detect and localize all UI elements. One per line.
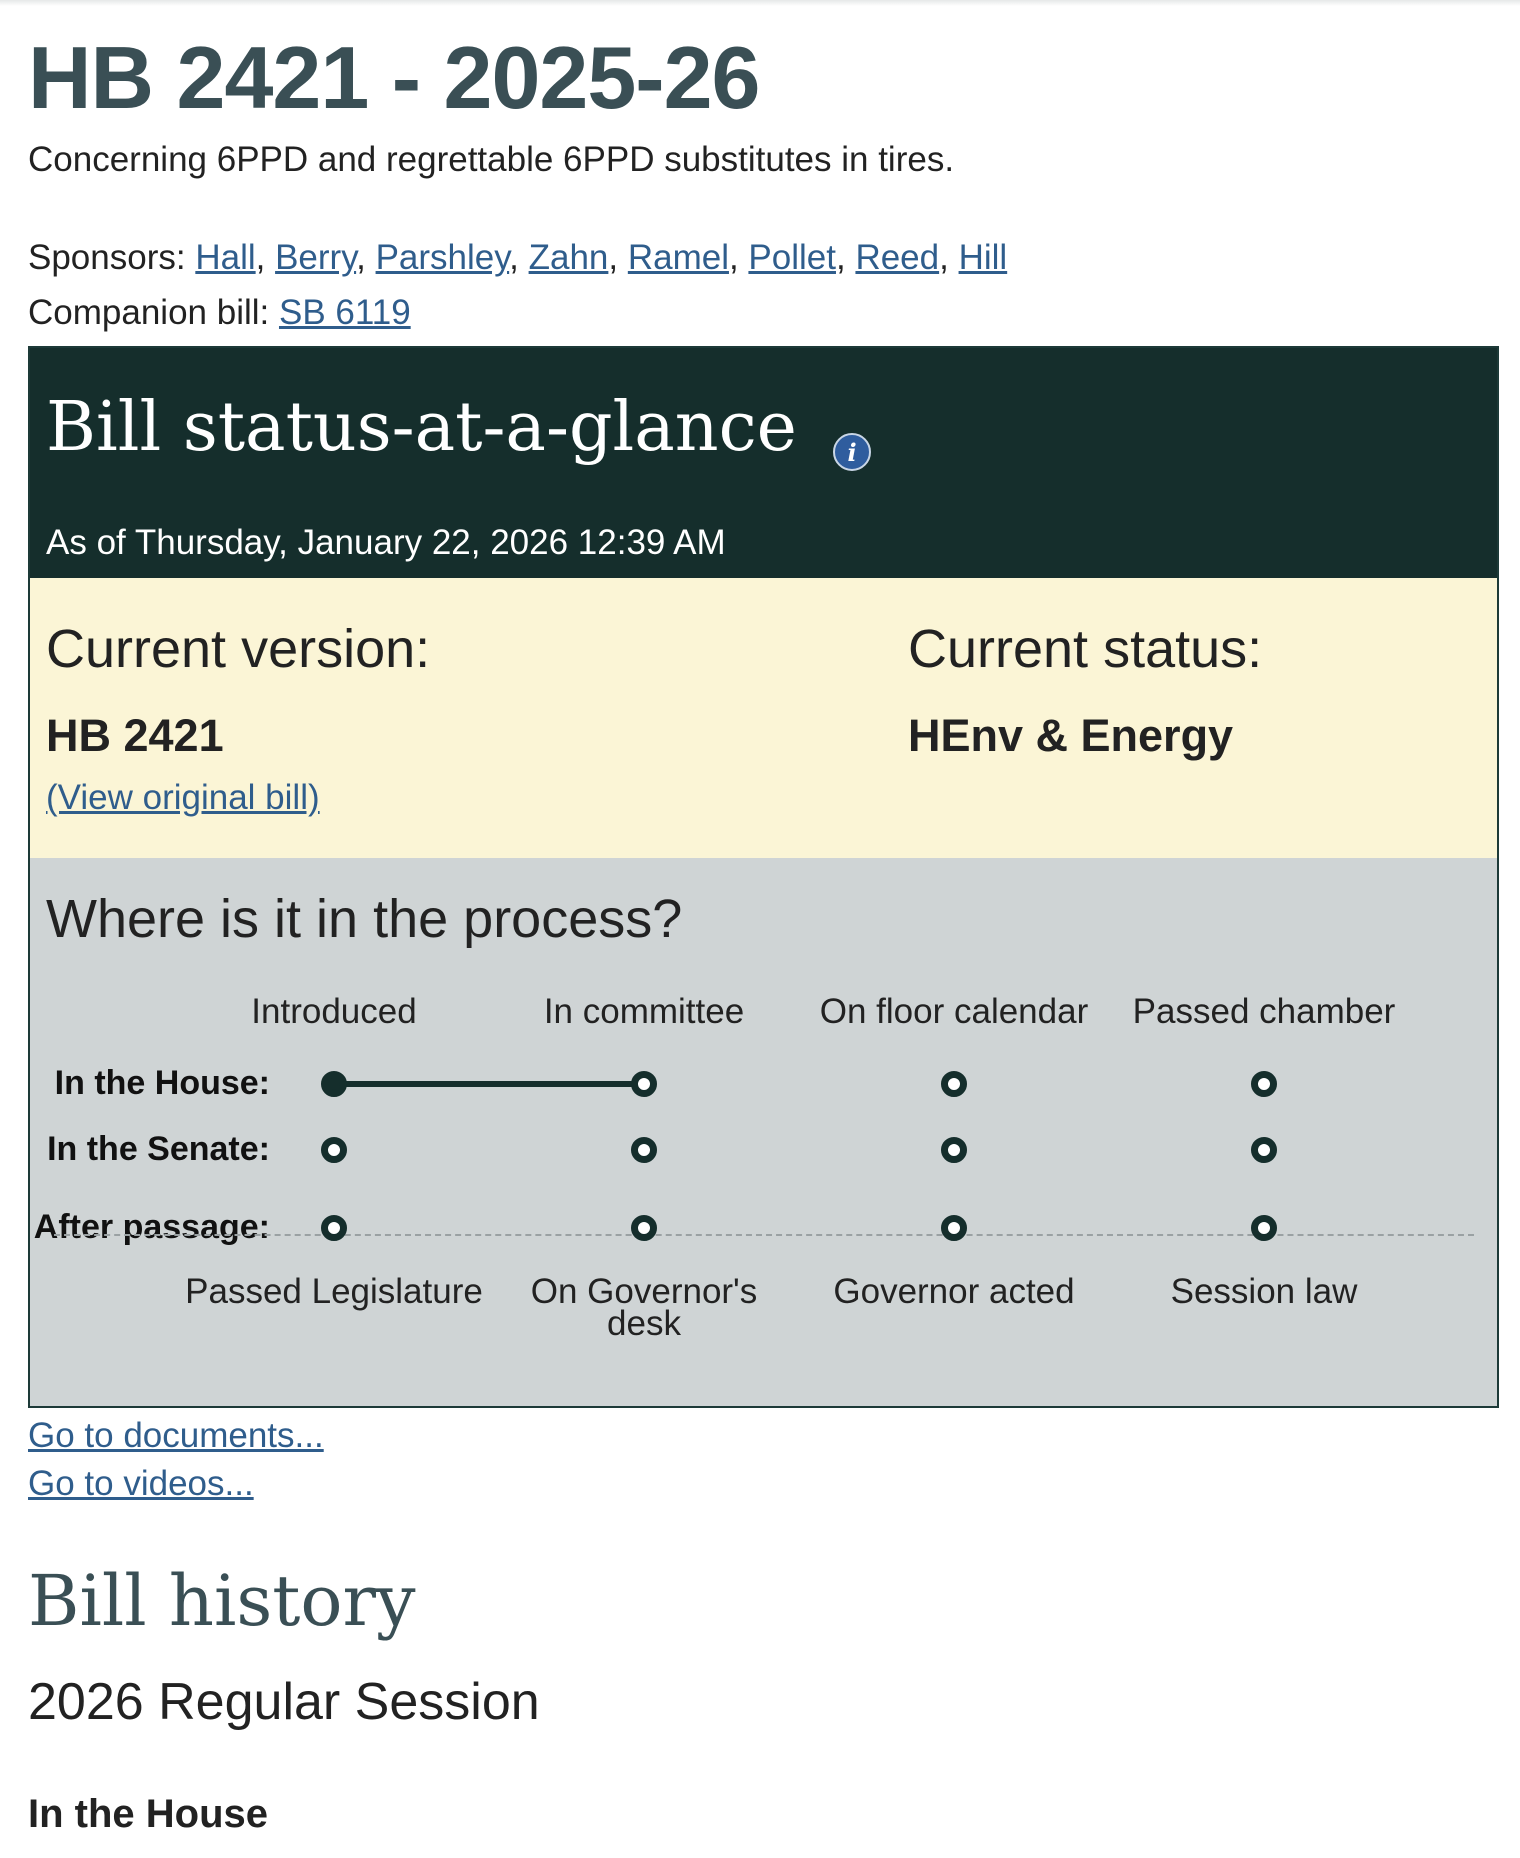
status-heading: Bill status-at-a-glance bbox=[46, 388, 797, 467]
sponsors-line: Sponsors: Hall, Berry, Parshley, Zahn, R… bbox=[28, 238, 1008, 277]
after-node-session-law bbox=[1251, 1215, 1277, 1241]
sponsor-link-hall[interactable]: Hall bbox=[195, 238, 255, 277]
stage-label-introduced: Introduced bbox=[251, 992, 417, 1031]
stage-label-passed-legislature: Passed Legislature bbox=[185, 1272, 483, 1311]
senate-node-in-committee bbox=[631, 1137, 657, 1163]
house-node-introduced bbox=[321, 1071, 347, 1097]
sponsor-link-berry[interactable]: Berry bbox=[275, 238, 356, 277]
stage-label-in-committee: In committee bbox=[543, 992, 745, 1031]
current-status-label: Current status: bbox=[908, 619, 1263, 679]
sponsor-link-pollet[interactable]: Pollet bbox=[748, 238, 836, 277]
current-version-value: HB 2421 bbox=[46, 710, 224, 761]
row-label-senate: In the Senate: bbox=[47, 1130, 270, 1168]
status-at-a-glance-panel: Bill status-at-a-glance i As of Thursday… bbox=[28, 346, 1499, 1408]
info-icon[interactable]: i bbox=[833, 433, 871, 471]
process-heading: Where is it in the process? bbox=[46, 889, 683, 949]
bill-description: Concerning 6PPD and regrettable 6PPD sub… bbox=[28, 140, 955, 179]
senate-node-introduced bbox=[321, 1137, 347, 1163]
chamber-heading: In the House bbox=[28, 1792, 269, 1836]
senate-node-passed-chamber bbox=[1251, 1137, 1277, 1163]
sponsor-link-zahn[interactable]: Zahn bbox=[529, 238, 609, 277]
sponsor-link-parshley[interactable]: Parshley bbox=[376, 238, 510, 277]
companion-label: Companion bill: bbox=[28, 293, 270, 332]
house-progress-track bbox=[334, 1081, 644, 1087]
go-to-documents-link[interactable]: Go to documents... bbox=[28, 1416, 324, 1456]
stage-label-governor-acted: Governor acted bbox=[833, 1272, 1075, 1311]
companion-bill-link[interactable]: SB 6119 bbox=[279, 293, 411, 332]
sponsors-label: Sponsors: bbox=[28, 238, 186, 277]
companion-line: Companion bill: SB 6119 bbox=[28, 293, 411, 333]
stage-label-passed-chamber: Passed chamber bbox=[1132, 992, 1396, 1031]
senate-node-on-floor-calendar bbox=[941, 1137, 967, 1163]
stage-label-on-floor-calendar: On floor calendar bbox=[819, 992, 1089, 1031]
house-node-passed-chamber bbox=[1251, 1071, 1277, 1097]
version-status-panel: Current version: HB 2421 (View original … bbox=[30, 578, 1497, 858]
session-heading: 2026 Regular Session bbox=[28, 1673, 540, 1731]
after-node-passed-legislature bbox=[321, 1215, 347, 1241]
bill-title: HB 2421 - 2025-26 bbox=[28, 28, 760, 127]
after-node-governors-desk bbox=[631, 1215, 657, 1241]
house-node-on-floor-calendar bbox=[941, 1071, 967, 1097]
house-node-in-committee bbox=[631, 1071, 657, 1097]
sponsor-link-reed[interactable]: Reed bbox=[855, 238, 939, 277]
status-header: Bill status-at-a-glance i As of Thursday… bbox=[30, 348, 1497, 578]
top-shadow bbox=[0, 0, 1520, 6]
process-tracker: Where is it in the process? Introduced I… bbox=[30, 858, 1497, 1406]
row-label-house: In the House: bbox=[54, 1064, 270, 1102]
after-node-governor-acted bbox=[941, 1215, 967, 1241]
current-version-label: Current version: bbox=[46, 619, 431, 679]
sponsor-link-hill[interactable]: Hill bbox=[959, 238, 1008, 277]
current-status-value: HEnv & Energy bbox=[908, 710, 1234, 761]
stage-label-governors-desk: On Governor's desk bbox=[530, 1272, 758, 1343]
as-of-timestamp: As of Thursday, January 22, 2026 12:39 A… bbox=[46, 523, 726, 562]
sponsor-link-ramel[interactable]: Ramel bbox=[628, 238, 729, 277]
go-to-videos-link[interactable]: Go to videos... bbox=[28, 1464, 254, 1504]
stage-label-session-law: Session law bbox=[1170, 1272, 1358, 1311]
row-label-after-passage: After passage: bbox=[33, 1208, 270, 1246]
bill-history-heading: Bill history bbox=[28, 1560, 416, 1642]
view-original-bill-link[interactable]: (View original bill) bbox=[46, 778, 320, 818]
